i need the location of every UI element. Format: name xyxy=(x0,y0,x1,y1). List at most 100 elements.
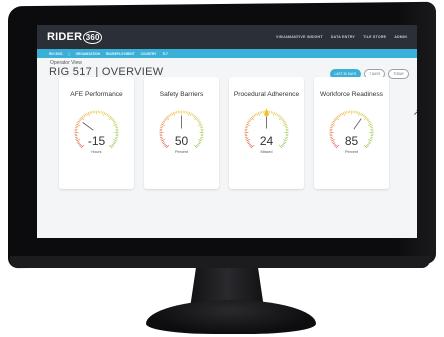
gauge-tick xyxy=(174,111,176,115)
monitor-stand-base xyxy=(146,300,316,334)
gauge-tick xyxy=(363,115,367,118)
gauge-tick xyxy=(200,127,203,129)
gauge-tick xyxy=(245,127,248,129)
gauge-tick xyxy=(251,115,255,118)
logo-text: RIDER xyxy=(47,31,83,43)
gauge-card-procedural[interactable]: Procedural Adherence 24 Missed xyxy=(229,77,304,189)
gauge-tick xyxy=(330,127,333,129)
gauge-card-afe[interactable]: AFE Performance -15 Hours xyxy=(59,77,134,189)
gauge-tick xyxy=(196,117,199,121)
gauge-tick xyxy=(333,119,336,122)
gauge-tick xyxy=(112,120,116,123)
gauge-tick xyxy=(81,115,85,118)
gauge-tick xyxy=(79,117,82,121)
gauge-tick xyxy=(162,120,166,123)
gauge-tick xyxy=(369,125,373,127)
gauge-tick xyxy=(282,119,285,122)
gauge-tick xyxy=(357,111,359,115)
gauge-tick xyxy=(331,122,335,124)
gauge-tick xyxy=(172,112,175,116)
top-nav-menu: VISUAMANTIVE INSIGHT DATA ENTRY TILE STO… xyxy=(276,35,407,39)
gauge-tick xyxy=(248,119,251,122)
gauge-value: 85 xyxy=(344,134,359,148)
gauge-tick xyxy=(283,123,287,126)
gauge-tick xyxy=(336,115,340,118)
gauge-tick xyxy=(249,117,252,121)
nav-item-insight[interactable]: VISUAMANTIVE INSIGHT xyxy=(276,35,323,39)
gauge-title: AFE Performance xyxy=(70,91,123,98)
gauge-tick xyxy=(281,117,284,121)
gauge-value: 24 xyxy=(259,134,274,148)
page-subtitle: Operator View xyxy=(50,60,82,66)
app-screen: RIDER 360 VISUAMANTIVE INSIGHT DATA ENTR… xyxy=(37,25,417,238)
gauge-card-safety[interactable]: Safety Barriers 50 Percent xyxy=(144,77,219,189)
gauge-needle xyxy=(353,118,362,130)
gauge-unit: Percent xyxy=(344,150,359,154)
gauge-tick xyxy=(188,112,191,116)
gauge-unit: Percent xyxy=(174,150,189,154)
gauge-tick xyxy=(87,112,90,116)
gauge-cards: AFE Performance -15 Hours Safety Barrier… xyxy=(59,77,389,189)
gauge-tick xyxy=(273,112,276,116)
gauge-tick xyxy=(284,125,288,127)
gauge-tick xyxy=(259,111,261,115)
today-button[interactable]: TODAY xyxy=(388,69,409,79)
gauge-tick xyxy=(197,120,201,123)
gauge-tick xyxy=(332,120,336,123)
gauge-value: 50 xyxy=(174,134,189,148)
gauge-tick xyxy=(113,122,117,124)
gauge-tick xyxy=(76,123,80,126)
gauge-tick xyxy=(171,112,173,116)
subnav-item-tlt[interactable]: TLT xyxy=(162,52,168,56)
gauge-tick xyxy=(272,111,274,115)
gauge-card-workforce[interactable]: Workforce Readiness 85 Percent xyxy=(314,77,389,189)
gauge-tick xyxy=(193,115,197,118)
gauge-tick xyxy=(86,112,88,116)
gauge-tick xyxy=(368,122,372,124)
gauge-title: Workforce Readiness xyxy=(320,91,383,98)
subnav-item-deployment[interactable]: RIG/DEPLOYMENT xyxy=(106,52,135,56)
gauge-unit: Missed xyxy=(260,150,273,154)
gauge-tick xyxy=(108,115,112,118)
gauge-tick xyxy=(285,127,288,129)
gauge-tick xyxy=(75,125,79,127)
gauge-tick xyxy=(77,120,81,123)
gauge-tick xyxy=(278,115,282,118)
gauge-tick xyxy=(246,122,250,124)
gauge-tick xyxy=(360,112,362,116)
gauge-tick xyxy=(115,127,118,129)
gauge-tick xyxy=(276,113,279,117)
app-logo[interactable]: RIDER 360 xyxy=(47,30,103,44)
gauge-tick xyxy=(192,114,195,117)
gauge-tick xyxy=(198,123,202,126)
gauge-tick xyxy=(103,112,106,116)
gauge-tick xyxy=(261,111,263,114)
nav-item-admin[interactable]: ADMIN xyxy=(394,35,407,39)
gauge-tick xyxy=(346,111,348,114)
gauge-tick xyxy=(111,117,114,121)
gauge-tick xyxy=(89,111,91,115)
nav-item-tile-store[interactable]: TILE STORE xyxy=(363,35,386,39)
gauge-tick xyxy=(185,111,187,114)
gauge-tick xyxy=(282,120,286,123)
gauge-tick xyxy=(334,117,337,121)
mouse-cursor-icon: ➚ xyxy=(413,107,417,117)
subnav-item-country[interactable]: COUNTRY xyxy=(141,52,157,56)
gauge-tick xyxy=(331,123,335,126)
gauge-tick xyxy=(247,120,251,123)
nav-item-data-entry[interactable]: DATA ENTRY xyxy=(331,35,355,39)
gauge-tick xyxy=(338,114,341,117)
gauge-tick xyxy=(168,114,171,117)
gauge-tick xyxy=(283,122,287,124)
gauge-title: Safety Barriers xyxy=(159,91,204,98)
gauge-tick xyxy=(187,111,189,115)
subnav-item-organization[interactable]: ORGANIZATION xyxy=(76,52,100,56)
subnav-item-rig[interactable]: RIG 5001 xyxy=(49,52,63,56)
gauge-tick xyxy=(277,114,280,117)
gauge-tick xyxy=(191,113,194,117)
gauge-tick xyxy=(106,113,109,117)
context-subbar: RIG 5001 | ORGANIZATION RIG/DEPLOYMENT C… xyxy=(37,49,417,58)
gauge-tick xyxy=(256,112,258,116)
gauge-tick xyxy=(160,125,164,127)
gauge-tick xyxy=(199,125,203,127)
